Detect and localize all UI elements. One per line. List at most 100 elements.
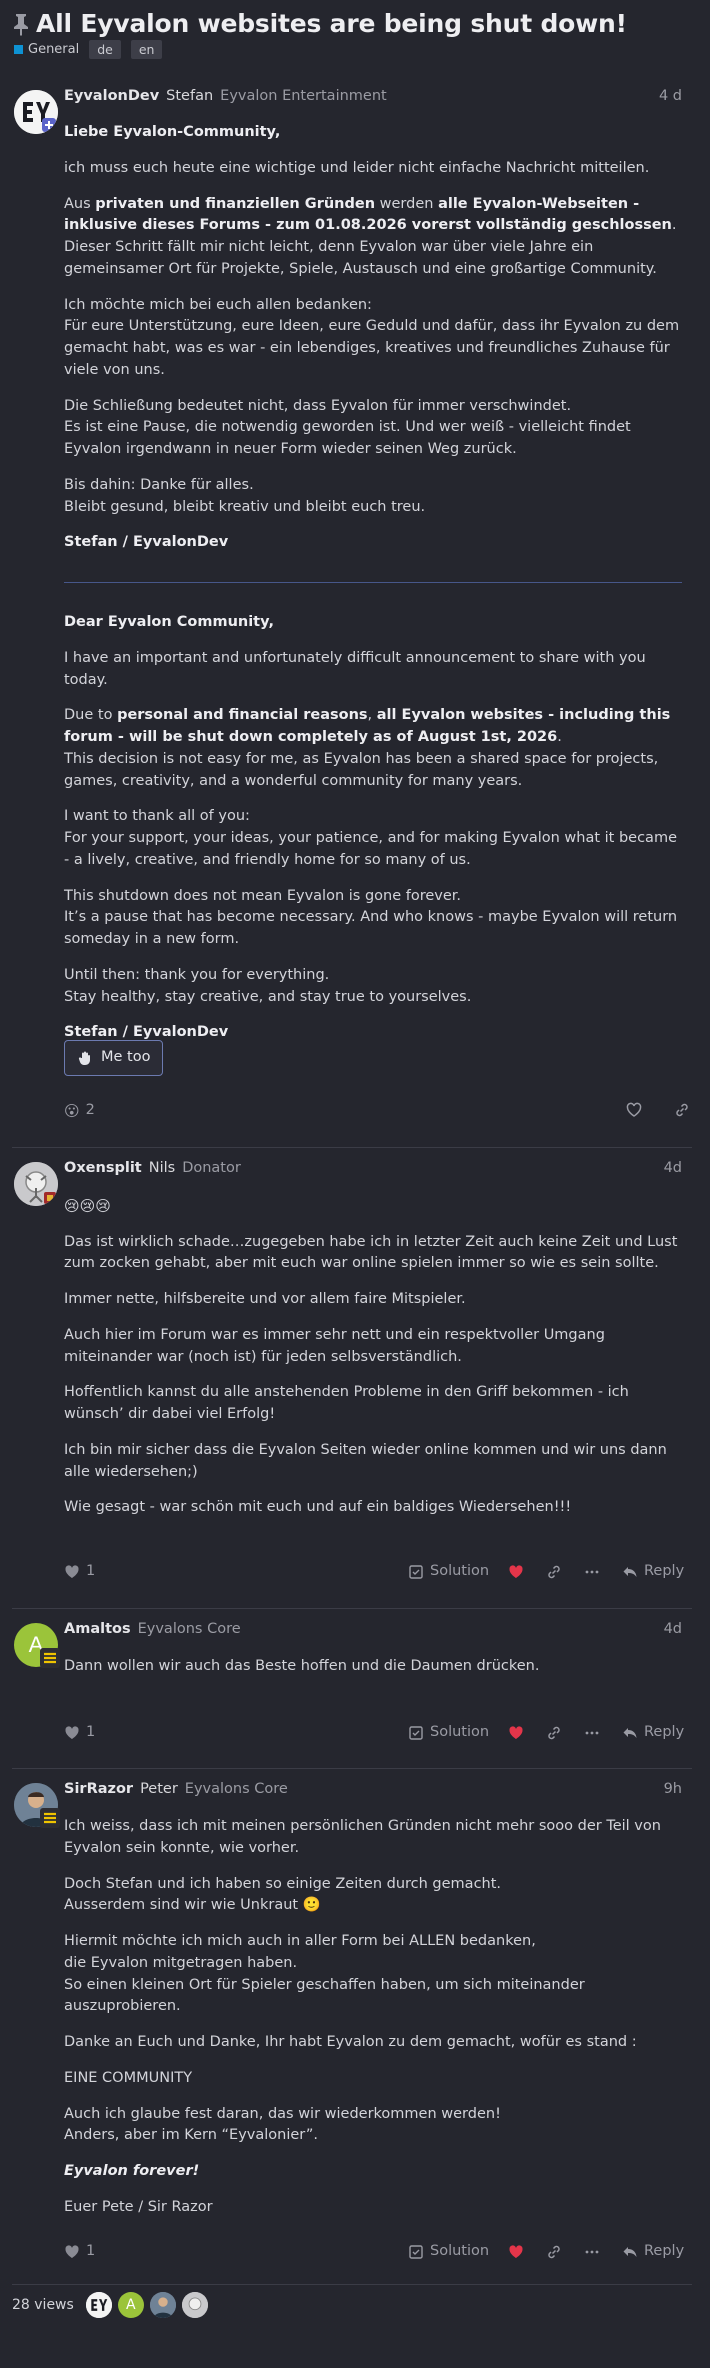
user-group[interactable]: Donator: [182, 1158, 241, 1180]
topic-meta: General de en: [14, 40, 163, 60]
paragraph: Eyvalon forever!: [64, 2163, 200, 2179]
paragraph: Auch ich glaube fest daran, das wir wied…: [64, 2105, 501, 2144]
post-date[interactable]: 9h: [664, 1779, 682, 1801]
divider: [64, 582, 682, 583]
paragraph: Ich weiss, dass ich mit meinen persönlic…: [64, 1818, 661, 1856]
paragraph: Doch Stefan und ich haben so einige Zeit…: [64, 1875, 502, 1914]
solution-button[interactable]: Solution: [408, 1722, 508, 1744]
reply-button[interactable]: Reply: [622, 1561, 684, 1583]
signature: Stefan / EyvalonDev: [64, 1024, 229, 1041]
participant-avatar[interactable]: [85, 2292, 112, 2318]
topic-title[interactable]: All Eyvalon websites are being shut down…: [36, 8, 627, 40]
username[interactable]: Oxensplit: [64, 1158, 142, 1180]
paragraph: Ich bin mir sicher dass die Eyvalon Seit…: [64, 1441, 667, 1480]
reply-button[interactable]: Reply: [622, 2241, 684, 2263]
post-4-header: SirRazor Peter Eyvalons Core: [64, 1779, 288, 1801]
post-divider: [12, 1147, 692, 1148]
post-divider: [12, 1608, 692, 1609]
post-divider: [12, 1768, 692, 1769]
post-4-body: Ich weiss, dass ich mit meinen persönlic…: [64, 1816, 684, 2233]
reaction-count: 2: [85, 1102, 95, 1119]
paragraph: Hiermit möchte ich mich auch in aller Fo…: [64, 1933, 585, 2015]
tag-de[interactable]: de: [89, 40, 121, 60]
heart-icon[interactable]: [508, 2244, 524, 2260]
avatar-logo-icon: [14, 90, 58, 134]
more-icon[interactable]: [584, 1564, 600, 1580]
topic-map: 28 views A: [12, 2292, 208, 2318]
link-icon[interactable]: [546, 2244, 562, 2260]
post-1-actions: [626, 1102, 690, 1118]
topic-header: All Eyvalon websites are being shut down…: [12, 8, 627, 40]
heart-icon[interactable]: [626, 1102, 642, 1118]
username[interactable]: SirRazor: [64, 1779, 133, 1801]
heart-icon: [65, 1565, 79, 1578]
paragraph: Bis dahin: Danke für alles. Bleibt gesund…: [64, 476, 426, 515]
participant-avatar[interactable]: [149, 2292, 176, 2318]
post-1-header: EyvalonDev Stefan Eyvalon Entertainment: [64, 86, 387, 108]
like-count: 1: [64, 2241, 95, 2263]
more-icon[interactable]: [584, 2244, 600, 2260]
reactions[interactable]: 😮 2: [64, 1100, 95, 1123]
avatar-eyvalondev[interactable]: [14, 90, 58, 134]
paragraph: ich muss euch heute eine wichtige und le…: [64, 159, 650, 176]
user-group[interactable]: Eyvalons Core: [185, 1779, 288, 1801]
more-icon[interactable]: [584, 1725, 600, 1741]
surprised-emoji-icon: 😮: [64, 1102, 80, 1120]
reply-icon: [623, 1566, 637, 1577]
category-label: General: [28, 42, 80, 57]
hand-icon: [78, 1051, 90, 1065]
avatar-photo-icon: [149, 2292, 176, 2318]
avatar-logo-icon: [85, 2292, 112, 2318]
flair-icon: [40, 1648, 60, 1668]
tag-en[interactable]: en: [130, 40, 163, 60]
post-2-body: 😢😢😢 Das ist wirklich schade…zugegeben ha…: [64, 1195, 684, 1533]
heart-icon[interactable]: [508, 1725, 524, 1741]
post-date[interactable]: 4d: [664, 1158, 682, 1180]
paragraph: I have an important and unfortunately di…: [64, 649, 646, 688]
post-3-body: Dann wollen wir auch das Beste hoffen un…: [64, 1656, 684, 1692]
link-icon[interactable]: [546, 1725, 562, 1741]
username[interactable]: EyvalonDev: [64, 86, 159, 108]
reply-button[interactable]: Reply: [622, 1722, 684, 1744]
checkbox-icon: [409, 1565, 423, 1579]
greeting: Dear Eyvalon Community,: [64, 614, 274, 630]
paragraph: This shutdown does not mean Eyvalon is g…: [64, 887, 678, 948]
post-date[interactable]: 4 d: [659, 86, 682, 108]
link-icon[interactable]: [546, 1564, 562, 1580]
paragraph: Aus privaten und finanziellen Gründen we…: [64, 195, 677, 277]
heart-icon: [65, 2245, 79, 2258]
username[interactable]: Amaltos: [64, 1619, 131, 1641]
avatar-image-icon: [181, 2292, 208, 2318]
me-too-button[interactable]: Me too: [64, 1040, 164, 1076]
solution-button[interactable]: Solution: [408, 1561, 508, 1583]
pin-icon: [14, 14, 28, 36]
post-date[interactable]: 4d: [664, 1619, 682, 1641]
paragraph: Ich möchte mich bei euch allen bedanken:…: [64, 296, 680, 378]
realname: Peter: [140, 1781, 178, 1797]
heart-icon[interactable]: [508, 1564, 524, 1580]
participant-avatar[interactable]: [181, 2292, 208, 2318]
category-badge[interactable]: General: [14, 40, 79, 60]
paragraph: Wie gesagt - war schön mit euch und auf …: [64, 1499, 572, 1516]
paragraph: Euer Pete / Sir Razor: [64, 2198, 213, 2215]
post-3-header: Amaltos Eyvalons Core: [64, 1619, 241, 1641]
paragraph: Due to personal and financial reasons, a…: [64, 707, 671, 789]
avatar-oxensplit[interactable]: [14, 1162, 58, 1206]
user-group[interactable]: Eyvalon Entertainment: [220, 86, 387, 108]
realname: Nils: [148, 1160, 176, 1176]
me-too-label: Me too: [101, 1049, 151, 1066]
views-count: 28 views: [12, 2296, 74, 2313]
avatar-image-icon: [14, 1162, 58, 1206]
paragraph: EINE COMMUNITY: [64, 2069, 193, 2086]
like-count: 1: [64, 1561, 95, 1583]
user-group[interactable]: Eyvalons Core: [138, 1619, 241, 1641]
paragraph: Auch hier im Forum war es immer sehr net…: [64, 1326, 605, 1365]
post-1-body: Liebe Eyvalon-Community, ich muss euch h…: [64, 122, 684, 568]
link-icon[interactable]: [674, 1102, 690, 1118]
paragraph: Immer nette, hilfsbereite und vor allem …: [64, 1291, 466, 1307]
paragraph: Das ist wirklich schade…zugegeben habe i…: [64, 1233, 678, 1272]
solution-button[interactable]: Solution: [408, 2241, 508, 2263]
reply-icon: [623, 1727, 637, 1738]
post-2-header: Oxensplit Nils Donator: [64, 1158, 241, 1180]
participant-avatar[interactable]: A: [117, 2292, 144, 2318]
